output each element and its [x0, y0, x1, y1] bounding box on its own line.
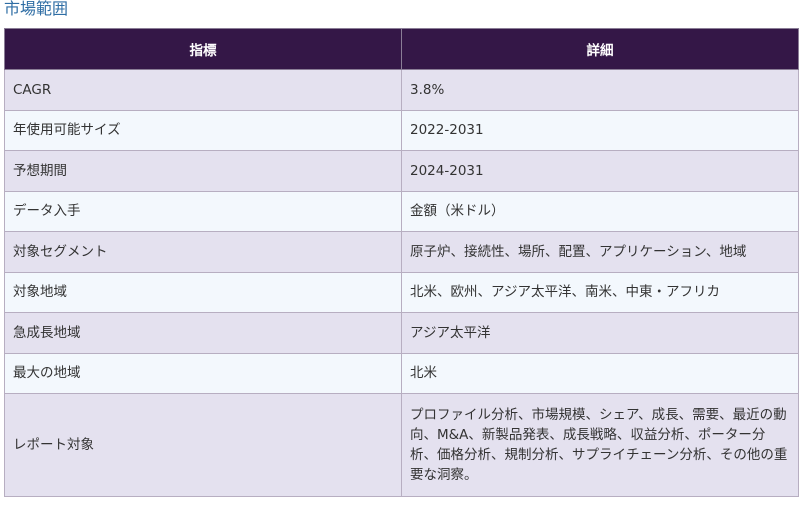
detail-cell: 3.8% — [401, 69, 799, 111]
metric-cell: 対象地域 — [4, 271, 402, 313]
table-row: 予想期間 2024-2031 — [4, 150, 799, 192]
detail-cell: 原子炉、接続性、場所、配置、アプリケーション、地域 — [401, 231, 799, 273]
table-row: CAGR 3.8% — [4, 69, 799, 111]
table-row: 対象地域 北米、欧州、アジア太平洋、南米、中東・アフリカ — [4, 271, 799, 313]
metric-cell: 予想期間 — [4, 150, 402, 192]
metric-cell: 急成長地域 — [4, 312, 402, 354]
detail-cell: 北米 — [401, 352, 799, 394]
table-row: 急成長地域 アジア太平洋 — [4, 312, 799, 354]
table-row: データ入手 金額（米ドル） — [4, 190, 799, 232]
detail-cell: 2022-2031 — [401, 109, 799, 151]
table-header-row: 指標 詳細 — [4, 28, 799, 70]
table-row: 対象セグメント 原子炉、接続性、場所、配置、アプリケーション、地域 — [4, 231, 799, 273]
metric-cell: 最大の地域 — [4, 352, 402, 394]
detail-cell: プロファイル分析、市場規模、シェア、成長、需要、最近の動向、M&A、新製品発表、… — [401, 393, 799, 497]
section-title: 市場範囲 — [4, 0, 69, 18]
metric-cell: CAGR — [4, 69, 402, 111]
metric-cell: 年使用可能サイズ — [4, 109, 402, 151]
metric-cell: レポート対象 — [4, 393, 402, 497]
header-detail: 詳細 — [401, 28, 799, 70]
market-scope-table: 指標 詳細 CAGR 3.8% 年使用可能サイズ 2022-2031 予想期間 … — [4, 28, 799, 497]
header-metric: 指標 — [4, 28, 402, 70]
detail-cell: 北米、欧州、アジア太平洋、南米、中東・アフリカ — [401, 271, 799, 313]
table-row: レポート対象 プロファイル分析、市場規模、シェア、成長、需要、最近の動向、M&A… — [4, 393, 799, 497]
metric-cell: データ入手 — [4, 190, 402, 232]
table-row: 年使用可能サイズ 2022-2031 — [4, 109, 799, 151]
detail-cell: 金額（米ドル） — [401, 190, 799, 232]
metric-cell: 対象セグメント — [4, 231, 402, 273]
table-row: 最大の地域 北米 — [4, 352, 799, 394]
detail-cell: 2024-2031 — [401, 150, 799, 192]
detail-cell: アジア太平洋 — [401, 312, 799, 354]
